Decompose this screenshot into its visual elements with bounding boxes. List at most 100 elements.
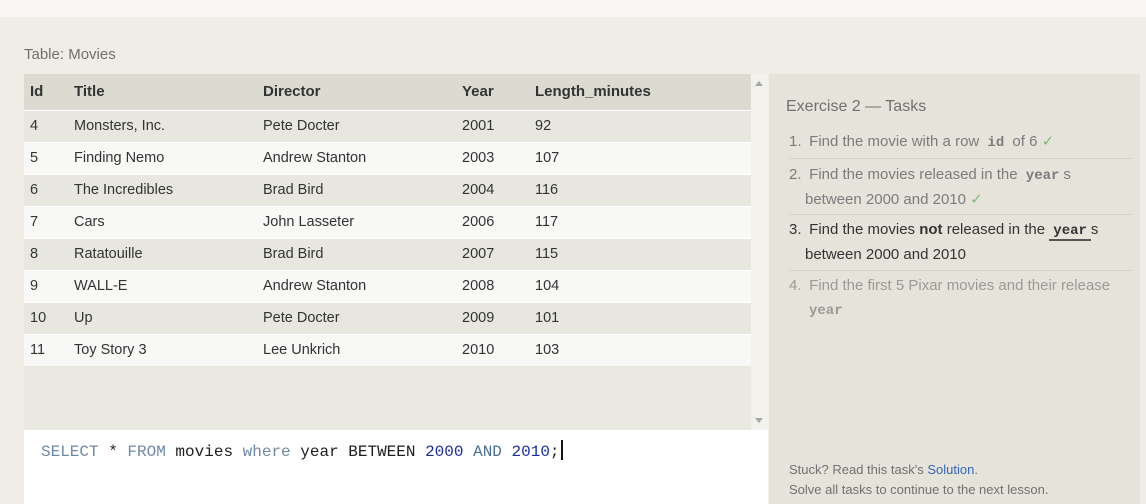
task-text: s — [1063, 166, 1071, 183]
tasks-title: Exercise 2 — Tasks — [786, 98, 927, 115]
table-row: 8 Ratatouille Brad Bird 2007 115 — [24, 237, 751, 270]
table-header-row: Id Title Director Year Length_minutes — [24, 74, 751, 110]
cell-title: Monsters, Inc. — [74, 109, 263, 142]
sql-token: year BETWEEN — [290, 443, 426, 461]
table-row: 11 Toy Story 3 Lee Unkrich 2010 103 — [24, 333, 751, 366]
stuck-hint: Stuck? Read this task's Solution. — [789, 462, 978, 477]
table-row: 7 Cars John Lasseter 2006 117 — [24, 205, 751, 238]
cell-director: Andrew Stanton — [263, 141, 462, 174]
task-text: between 2000 and 2010 — [805, 191, 971, 208]
results-table: Id Title Director Year Length_minutes 4 … — [24, 74, 751, 366]
column-header-year: Year — [462, 74, 535, 110]
tasks-panel: Exercise 2 — Tasks 1. Find the movie wit… — [769, 74, 1140, 504]
column-header-length-minutes: Length_minutes — [535, 74, 751, 110]
sql-token: 2000 — [425, 443, 464, 461]
task-text-bold: not — [919, 221, 943, 238]
table-row: 5 Finding Nemo Andrew Stanton 2003 107 — [24, 141, 751, 174]
cell-id: 4 — [24, 109, 74, 142]
task-divider — [789, 270, 1133, 271]
task-number: 4. — [789, 277, 802, 294]
sql-token: SELECT — [41, 443, 99, 461]
cell-id: 5 — [24, 141, 74, 174]
sql-query-editor[interactable]: SELECT * FROM movies where year BETWEEN … — [24, 430, 768, 504]
cell-length: 117 — [535, 205, 751, 238]
table-scrollbar[interactable] — [751, 74, 768, 430]
cell-length: 115 — [535, 237, 751, 270]
cell-year: 2010 — [462, 333, 535, 366]
task-item-1: 1. Find the movie with a row id of 6 ✓ — [789, 130, 1133, 155]
task-divider — [789, 214, 1133, 215]
cell-year: 2003 — [462, 141, 535, 174]
cell-id: 7 — [24, 205, 74, 238]
table-caption: Table: Movies — [24, 46, 116, 63]
cell-director: John Lasseter — [263, 205, 462, 238]
task-text: Find the movies released in the — [809, 166, 1022, 183]
sql-token: ; — [549, 443, 560, 461]
solution-link[interactable]: Solution — [927, 462, 974, 477]
cell-title: Up — [74, 301, 263, 334]
cell-year: 2007 — [462, 237, 535, 270]
stuck-hint-text: Stuck? Read this task's — [789, 462, 928, 477]
cell-title: WALL-E — [74, 269, 263, 302]
cell-id: 9 — [24, 269, 74, 302]
cell-title: Toy Story 3 — [74, 333, 263, 366]
cell-id: 6 — [24, 173, 74, 206]
cell-length: 101 — [535, 301, 751, 334]
cell-year: 2004 — [462, 173, 535, 206]
cell-year: 2006 — [462, 205, 535, 238]
scroll-up-arrow-icon[interactable] — [755, 81, 763, 86]
cell-id: 11 — [24, 333, 74, 366]
cell-length: 104 — [535, 269, 751, 302]
task-item-2: 2. Find the movies released in the year s… — [789, 163, 1133, 212]
continue-hint: Solve all tasks to continue to the next … — [789, 482, 1049, 497]
cell-director: Pete Docter — [263, 301, 462, 334]
stuck-hint-suffix: . — [974, 462, 978, 477]
checkmark-icon: ✓ — [970, 191, 983, 208]
sql-token: * — [98, 443, 128, 461]
task-item-4: 4. Find the first 5 Pixar movies and the… — [789, 274, 1133, 323]
table-row: 10 Up Pete Docter 2009 101 — [24, 301, 751, 334]
cell-director: Brad Bird — [263, 237, 462, 270]
cell-title: Ratatouille — [74, 237, 263, 270]
task-code: year — [1025, 168, 1060, 184]
task-text-line2: between 2000 and 2010 ✓ — [789, 188, 1133, 212]
cell-director: Andrew Stanton — [263, 269, 462, 302]
results-table-panel: Id Title Director Year Length_minutes 4 … — [24, 74, 768, 430]
text-cursor — [560, 440, 563, 460]
sql-token: movies — [165, 443, 243, 461]
task-code: year — [809, 303, 843, 319]
task-number: 1. — [789, 133, 802, 150]
cell-year: 2001 — [462, 109, 535, 142]
sql-token: AND — [473, 443, 502, 461]
scroll-down-arrow-icon[interactable] — [755, 418, 763, 423]
cell-length: 103 — [535, 333, 751, 366]
cell-length: 116 — [535, 173, 751, 206]
task-text: Find the movies — [809, 221, 920, 238]
task-text-line2: between 2000 and 2010 — [805, 246, 966, 263]
top-bar — [0, 0, 1146, 17]
cell-year: 2008 — [462, 269, 535, 302]
cell-title: The Incredibles — [74, 173, 263, 206]
task-text: released in the — [942, 221, 1050, 238]
task-text: of 6 — [1008, 133, 1042, 150]
cell-title: Finding Nemo — [74, 141, 263, 174]
cell-director: Pete Docter — [263, 109, 462, 142]
cell-id: 8 — [24, 237, 74, 270]
task-code: year — [1049, 223, 1091, 241]
cell-director: Brad Bird — [263, 173, 462, 206]
cell-id: 10 — [24, 301, 74, 334]
task-item-3[interactable]: 3. Find the movies not released in the y… — [789, 218, 1133, 267]
task-text: Find the movie with a row — [809, 133, 984, 150]
task-divider — [789, 158, 1133, 159]
column-header-title: Title — [74, 74, 263, 110]
task-number: 2. — [789, 166, 802, 183]
checkmark-icon: ✓ — [1041, 133, 1055, 150]
table-row: 6 The Incredibles Brad Bird 2004 116 — [24, 173, 751, 206]
sql-token: 2010 — [511, 443, 550, 461]
column-header-director: Director — [263, 74, 462, 110]
table-row: 4 Monsters, Inc. Pete Docter 2001 92 — [24, 109, 751, 142]
column-header-id: Id — [24, 74, 74, 110]
task-code: id — [987, 135, 1005, 151]
cell-year: 2009 — [462, 301, 535, 334]
